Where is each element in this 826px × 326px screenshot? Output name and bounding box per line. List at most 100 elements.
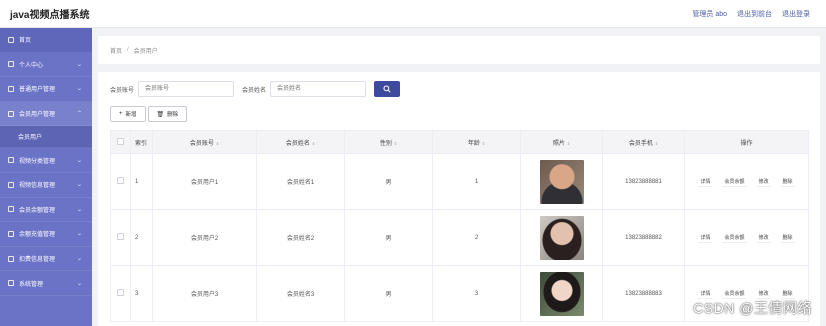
balance-button[interactable]: 会员余额: [722, 233, 747, 243]
member-table: 索引 会员账号 ⇕ 会员姓名 ⇕ 性别 ⇕ 年龄 ⇕ 照片 ⇕ 会员手机 ⇕ 操作 1 会员…: [110, 130, 809, 322]
row-delete-button[interactable]: 删除: [780, 289, 795, 299]
row-checkbox[interactable]: [117, 233, 124, 240]
search-bar: 会员账号 会员姓名: [110, 80, 808, 98]
sidebar-item-label: 首页: [19, 38, 32, 45]
detail-button[interactable]: 详情: [698, 233, 713, 243]
sidebar-item-deduction[interactable]: 扣费信息管理 ⌄: [0, 247, 92, 272]
table-row: 2 会员用户2 会员姓名2 男 2 13823888882 详情 会员余额 修改…: [110, 209, 809, 266]
sidebar-item-video-category[interactable]: 视频分类管理 ⌄: [0, 148, 92, 173]
sidebar-item-label: 视频信息管理: [19, 183, 56, 190]
search-icon: [383, 85, 391, 93]
cell-name: 会员姓名1: [256, 153, 345, 210]
select-all-header[interactable]: [110, 130, 131, 154]
sort-icon: ⇕: [311, 140, 316, 146]
breadcrumb-current: 会员用户: [133, 48, 158, 55]
user-icon: [8, 110, 14, 117]
cell-phone: 13823888883: [602, 265, 685, 322]
sidebar-item-label: 扣费信息管理: [19, 257, 56, 264]
front-link[interactable]: 退出到前台: [737, 9, 772, 19]
cell-index: 2: [130, 209, 153, 266]
chevron-down-icon: ⌄: [76, 231, 82, 238]
col-phone[interactable]: 会员手机 ⇕: [602, 130, 685, 154]
cell-age: 2: [432, 209, 521, 266]
row-delete-button[interactable]: 删除: [780, 233, 795, 243]
top-bar: java视频点播系统 管理员 abo 退出到前台 退出登录: [0, 0, 826, 28]
cell-index: 1: [130, 153, 153, 210]
admin-label[interactable]: 管理员 abo: [692, 9, 727, 19]
cell-phone: 13823888881: [602, 153, 685, 210]
cell-photo: [520, 153, 603, 210]
col-name[interactable]: 会员姓名 ⇕: [256, 130, 345, 154]
add-button[interactable]: + 新增: [110, 106, 146, 122]
member-photo[interactable]: [539, 271, 584, 316]
col-age[interactable]: 年龄 ⇕: [432, 130, 521, 154]
sidebar-item-video-info[interactable]: 视频信息管理 ⌄: [0, 173, 92, 198]
delete-button-label: 删除: [167, 112, 179, 118]
delete-button[interactable]: 🗑 删除: [147, 106, 188, 122]
sidebar-subitem-member-user[interactable]: 会员用户: [0, 126, 92, 149]
row-delete-button[interactable]: 删除: [780, 177, 795, 187]
sidebar-item-label: 视频分类管理: [19, 158, 56, 165]
account-search-input[interactable]: [138, 81, 235, 97]
sidebar-item-member-balance[interactable]: 会员余额管理 ⌄: [0, 198, 92, 223]
row-checkbox[interactable]: [117, 177, 124, 184]
sort-icon: ⇕: [654, 140, 659, 146]
search-button[interactable]: [374, 81, 401, 97]
chevron-down-icon: ⌄: [76, 280, 82, 287]
sort-icon: ⇕: [215, 140, 220, 146]
checkbox[interactable]: [117, 137, 124, 145]
cell-gender: 男: [344, 153, 433, 210]
sidebar-item-normal-users[interactable]: 普通用户管理 ⌄: [0, 77, 92, 102]
cell-actions: 详情 会员余额 修改 删除: [684, 209, 809, 266]
name-search-input[interactable]: [270, 81, 367, 97]
cell-account: 会员用户3: [152, 265, 257, 322]
sort-icon: ⇕: [566, 140, 571, 146]
chevron-down-icon: ⌄: [76, 61, 82, 68]
logout-link[interactable]: 退出登录: [782, 9, 810, 19]
sidebar-item-home[interactable]: 首页: [0, 28, 92, 53]
detail-button[interactable]: 详情: [698, 177, 713, 187]
col-account[interactable]: 会员账号 ⇕: [152, 130, 257, 154]
wallet-icon: [8, 230, 14, 237]
chevron-down-icon: ⌄: [76, 157, 82, 164]
edit-button[interactable]: 修改: [756, 177, 771, 187]
sidebar-item-member-users[interactable]: 会员用户管理 ⌃: [0, 101, 92, 127]
cell-age: 3: [432, 265, 521, 322]
detail-button[interactable]: 详情: [698, 289, 713, 299]
col-gender[interactable]: 性别 ⇕: [344, 130, 433, 154]
main-content: 首页 / 会员用户 会员账号 会员姓名 + 新增 🗑 删除: [98, 36, 820, 326]
cell-age: 1: [432, 153, 521, 210]
cell-photo: [520, 209, 603, 266]
member-photo[interactable]: [539, 215, 584, 260]
chevron-down-icon: ⌄: [76, 206, 82, 213]
member-photo[interactable]: [539, 159, 584, 204]
breadcrumb-separator: /: [127, 47, 129, 53]
cell-gender: 男: [344, 209, 433, 266]
col-photo[interactable]: 照片 ⇕: [520, 130, 603, 154]
cell-photo: [520, 265, 603, 322]
chevron-down-icon: ⌄: [76, 86, 82, 93]
sidebar-item-label: 会员余额管理: [19, 207, 56, 214]
money-icon: [8, 255, 14, 262]
watermark: CSDN @王倩网络: [693, 300, 812, 316]
trash-icon: 🗑: [156, 111, 165, 118]
breadcrumb-home[interactable]: 首页: [110, 46, 122, 55]
sidebar-item-personal[interactable]: 个人中心 ⌄: [0, 53, 92, 78]
breadcrumb: 首页 / 会员用户: [98, 36, 820, 64]
row-checkbox[interactable]: [117, 289, 124, 296]
edit-button[interactable]: 修改: [756, 233, 771, 243]
sidebar: 首页 个人中心 ⌄ 普通用户管理 ⌄ 会员用户管理 ⌃ 会员用户 视频分类管理 …: [0, 28, 92, 326]
sidebar-item-system[interactable]: 系统管理 ⌄: [0, 271, 92, 296]
col-actions: 操作: [684, 130, 809, 154]
sidebar-item-recharge[interactable]: 余额充值管理 ⌄: [0, 222, 92, 247]
wallet-icon: [8, 206, 14, 213]
list-icon: [8, 157, 14, 164]
col-index[interactable]: 索引: [130, 130, 153, 154]
edit-button[interactable]: 修改: [756, 289, 771, 299]
sidebar-item-label: 会员用户管理: [19, 112, 56, 119]
balance-button[interactable]: 会员余额: [722, 177, 747, 187]
balance-button[interactable]: 会员余额: [722, 289, 747, 299]
cell-account: 会员用户2: [152, 209, 257, 266]
list-icon: [8, 181, 14, 188]
person-icon: [8, 61, 14, 68]
